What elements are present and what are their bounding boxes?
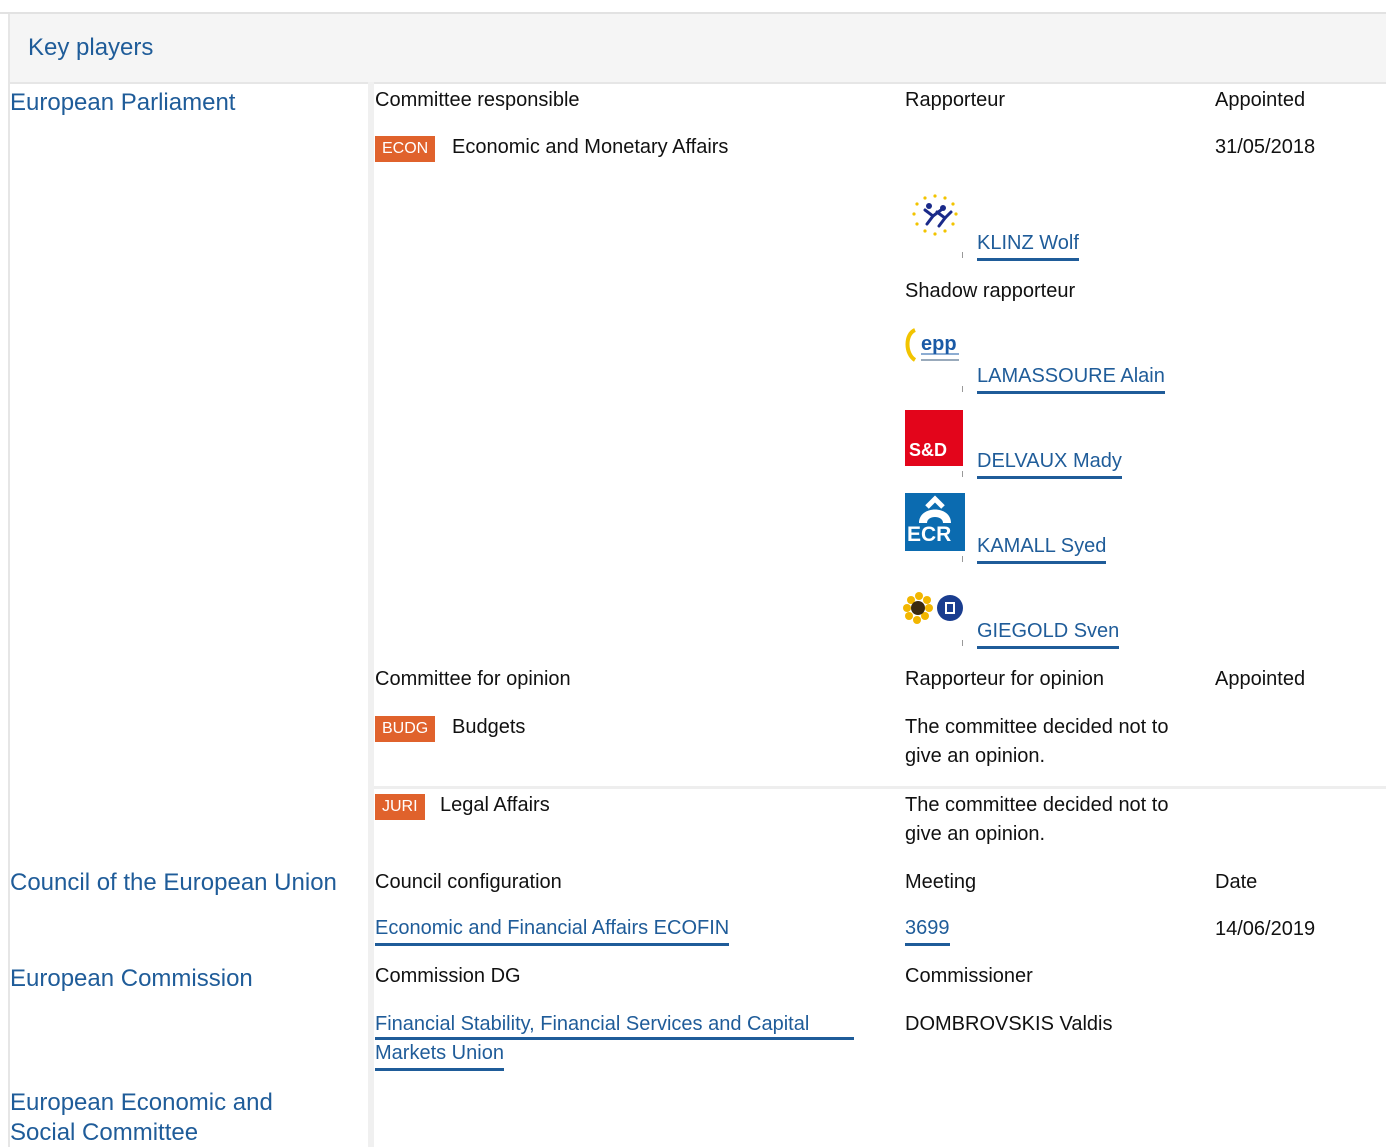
shadow-rapporteur-link-kamall[interactable]: KAMALL Syed <box>977 533 1107 564</box>
header-council-configuration: Council configuration <box>375 871 562 893</box>
header-appointed-opinion: Appointed <box>1215 668 1306 690</box>
header-commissioner: Commissioner <box>905 965 1033 987</box>
institution-commission[interactable]: European Commission <box>10 964 253 994</box>
institution-eesc-line2[interactable]: Social Committee <box>10 1119 198 1146</box>
s-and-d-icon: S&D <box>905 410 963 466</box>
appointed-date: 31/05/2018 <box>1215 136 1316 158</box>
shadow-rapporteur-label: Shadow rapporteur <box>905 280 1076 302</box>
shadow-rapporteur-link-lamassoure[interactable]: LAMASSOURE Alain <box>977 363 1165 394</box>
committee-tag-juri: JURI <box>375 794 425 820</box>
key-players-panel: Key players European Parliament Committe… <box>0 0 1386 1147</box>
svg-text:epp: epp <box>921 333 957 355</box>
shadow-rapporteur-link-giegold[interactable]: GIEGOLD Sven <box>977 618 1120 649</box>
logo-tick <box>962 640 963 646</box>
header-committee-responsible: Committee responsible <box>375 89 580 111</box>
institution-european-parliament[interactable]: European Parliament <box>10 88 235 118</box>
logo-tick <box>962 556 963 562</box>
header-rapporteur: Rapporteur <box>905 89 1006 111</box>
epp-icon: epp <box>903 324 965 370</box>
rapporteur-link-klinz[interactable]: KLINZ Wolf <box>977 230 1079 261</box>
opinion-decision-line1: The committee decided not to <box>905 794 1169 816</box>
commission-dg-link[interactable]: Financial Stability, Financial Services … <box>375 1011 875 1071</box>
section-title: Key players <box>28 34 154 61</box>
greens-efa-icon <box>903 590 965 626</box>
council-configuration-link[interactable]: Economic and Financial Affairs ECOFIN <box>375 915 730 946</box>
council-meeting-link[interactable]: 3699 <box>905 915 950 946</box>
header-rapporteur-for-opinion: Rapporteur for opinion <box>905 668 1105 690</box>
header-meeting: Meeting <box>905 871 977 893</box>
s-and-d-logo-text: S&D <box>909 440 948 460</box>
institution-council[interactable]: Council of the European Union <box>10 868 337 898</box>
committee-tag-econ: ECON <box>375 136 436 162</box>
committee-name-juri: Legal Affairs <box>440 794 550 816</box>
council-meeting-date: 14/06/2019 <box>1215 918 1316 940</box>
shadow-rapporteur-link-delvaux[interactable]: DELVAUX Mady <box>977 448 1122 479</box>
opinion-decision-line1: The committee decided not to <box>905 716 1169 738</box>
institution-eesc-line1[interactable]: European Economic and <box>10 1089 273 1116</box>
header-commission-dg: Commission DG <box>375 965 521 987</box>
ecr-icon: ECR <box>905 493 965 551</box>
commission-dg-line2[interactable]: Markets Union <box>375 1040 504 1071</box>
renew-europe-icon <box>903 190 967 250</box>
ecr-logo-text: ECR <box>907 523 952 546</box>
row-separator <box>374 786 1386 789</box>
institution-eesc[interactable]: European Economic and Social Committee <box>10 1088 273 1148</box>
commissioner-name: DOMBROVSKIS Valdis <box>905 1013 1113 1035</box>
logo-tick <box>962 471 963 477</box>
header-committee-for-opinion: Committee for opinion <box>375 668 571 690</box>
opinion-decision-line2: give an opinion. <box>905 745 1046 767</box>
column-divider <box>368 82 374 1147</box>
logo-tick <box>962 386 963 392</box>
committee-name-budg: Budgets <box>452 716 526 738</box>
committee-name-econ: Economic and Monetary Affairs <box>452 136 729 158</box>
header-appointed: Appointed <box>1215 89 1306 111</box>
section-header: Key players <box>8 14 1386 84</box>
committee-tag-budg: BUDG <box>375 716 436 742</box>
commission-dg-line1[interactable]: Financial Stability, Financial Services … <box>375 1011 809 1037</box>
opinion-decision-line2: give an opinion. <box>905 823 1046 845</box>
header-date: Date <box>1215 871 1258 893</box>
logo-tick <box>962 252 963 258</box>
